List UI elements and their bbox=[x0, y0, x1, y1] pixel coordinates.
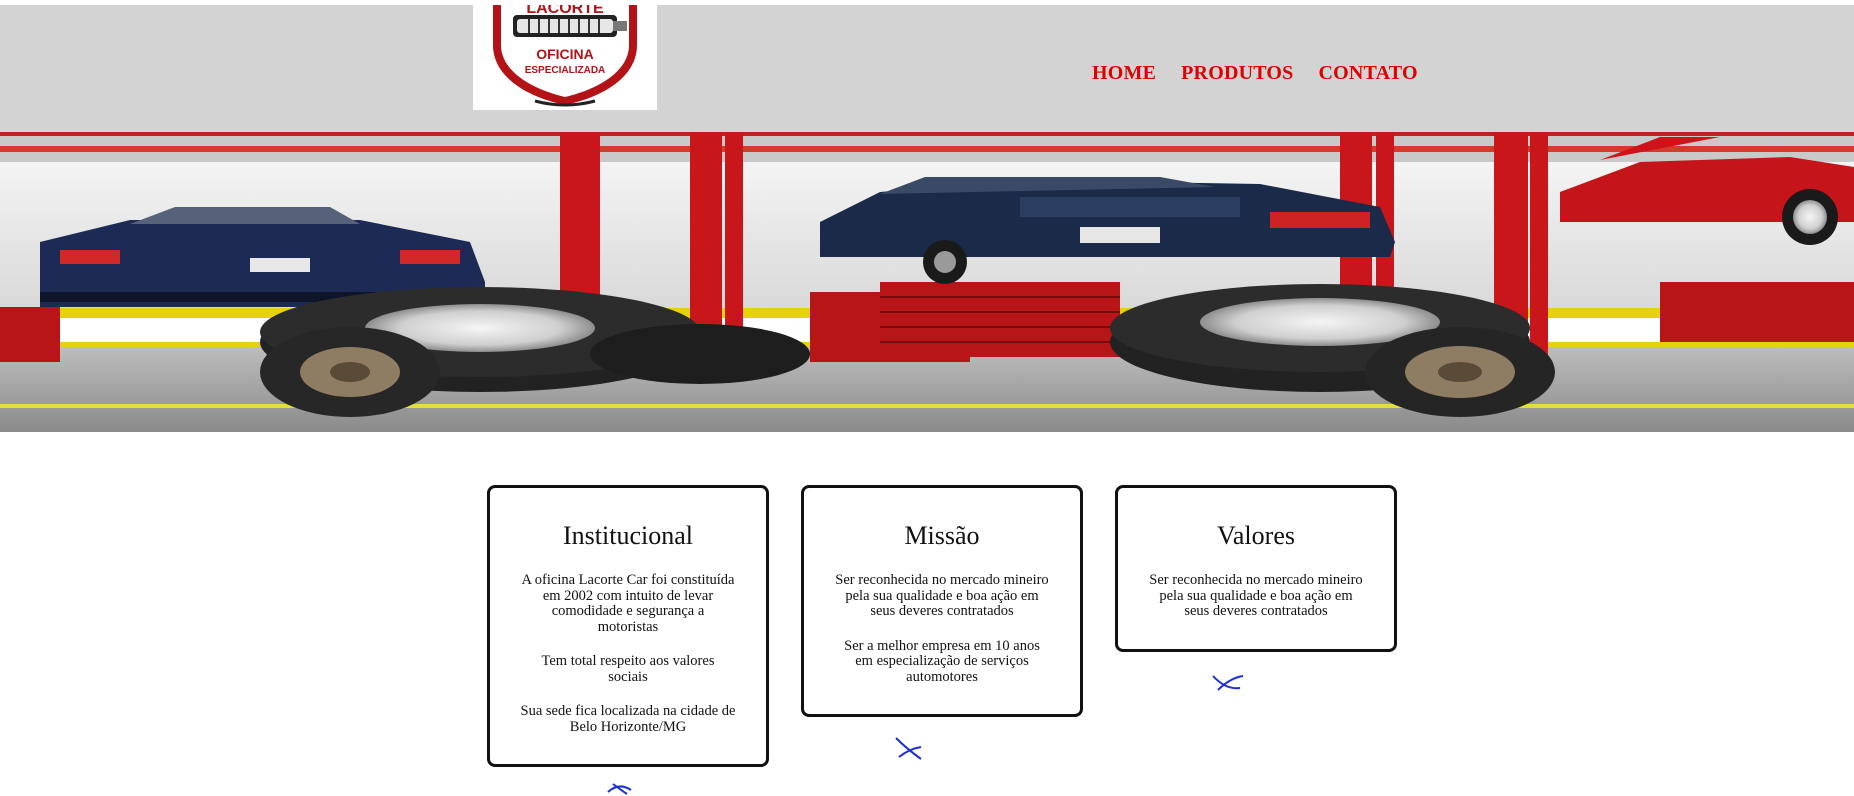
card-missao: Missão Ser reconhecida no mercado mineir… bbox=[801, 485, 1083, 717]
nav-contato-link[interactable]: CONTATO bbox=[1319, 62, 1418, 85]
pen-scribble-icon bbox=[895, 737, 922, 760]
pen-scribble-icon bbox=[1212, 675, 1244, 691]
card-paragraph: Ser reconhecida no mercado mineiro pela … bbox=[835, 572, 1049, 619]
pen-scribble-icon bbox=[607, 783, 632, 795]
hero-banner-image bbox=[0, 132, 1854, 432]
site-logo[interactable]: LACORTE OFICINA ESPECIALIZADA bbox=[473, 5, 657, 110]
card-title: Valores bbox=[1217, 521, 1295, 550]
card-paragraph: Ser a melhor empresa em 10 anos em espec… bbox=[844, 637, 1040, 685]
card-title: Missão bbox=[904, 521, 980, 550]
svg-text:OFICINA: OFICINA bbox=[536, 46, 594, 62]
site-header: LACORTE OFICINA ESPECIALIZADA HOME PRODU… bbox=[0, 5, 1854, 132]
card-title: Institucional bbox=[563, 521, 693, 550]
card-paragraph: Tem total respeito aos valores sociais bbox=[541, 653, 715, 685]
logo-badge-icon: LACORTE OFICINA ESPECIALIZADA bbox=[473, 5, 657, 110]
svg-text:LACORTE: LACORTE bbox=[526, 5, 604, 17]
card-paragraph: Ser reconhecida no mercado mineiro pela … bbox=[1149, 572, 1363, 619]
nav-home-link[interactable]: HOME bbox=[1092, 62, 1156, 85]
card-valores: Valores Ser reconhecida no mercado minei… bbox=[1115, 485, 1397, 652]
svg-text:ESPECIALIZADA: ESPECIALIZADA bbox=[525, 65, 606, 76]
nav-produtos-link[interactable]: PRODUTOS bbox=[1181, 62, 1293, 85]
main-nav: HOME PRODUTOS CONTATO bbox=[1092, 62, 1418, 85]
card-institucional: Institucional A oficina Lacorte Car foi … bbox=[487, 485, 769, 767]
card-paragraph: A oficina Lacorte Car foi constituída em… bbox=[521, 572, 735, 635]
card-paragraph: Sua sede fica localizada na cidade de Be… bbox=[520, 703, 736, 735]
